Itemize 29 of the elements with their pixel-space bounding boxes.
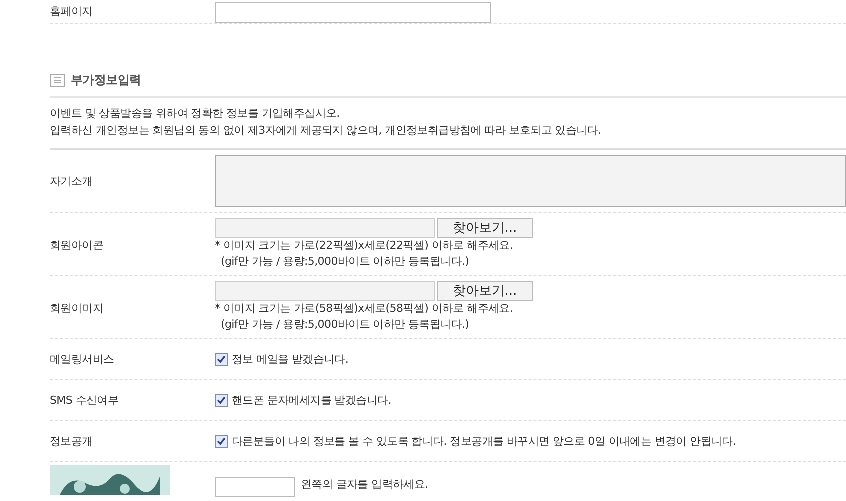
captcha-input[interactable]: [215, 477, 295, 497]
checkbox[interactable]: [215, 394, 228, 406]
hint-text: * 이미지 크기는 가로(22픽셀)x세로(22픽셀) 이하로 해주세요.: [215, 238, 514, 254]
hint-text: * 이미지 크기는 가로(58픽셀)x세로(58픽셀) 이하로 해주세요.: [215, 301, 514, 317]
field-label: 회원이미지: [50, 301, 105, 316]
hint-text: (gif만 가능 / 용량:5,000바이트 이하만 등록됩니다.): [220, 317, 470, 333]
checkbox[interactable]: [215, 352, 228, 366]
checkbox-label: 핸드폰 문자메세지를 받겠습니다.: [232, 392, 392, 408]
field-label: 홈페이지: [50, 4, 94, 19]
captcha-hint: 왼쪽의 글자를 입력하세요.: [301, 477, 428, 492]
field-label: 메일링서비스: [50, 352, 116, 366]
field-label: SMS 수신여부: [50, 392, 120, 408]
list-icon: [50, 74, 65, 86]
hint-text: (gif만 가능 / 용량:5,000바이트 이하만 등록됩니다.): [220, 254, 470, 270]
text-area[interactable]: [215, 155, 846, 207]
intro-text: 이벤트 및 상품발송을 위하여 정확한 정보를 기입해주십시오.: [50, 106, 341, 122]
checkbox-label: 정보 메일을 받겠습니다.: [232, 352, 349, 366]
field-label: 정보공개: [50, 434, 94, 448]
checkbox[interactable]: [215, 434, 228, 448]
file-path-field[interactable]: [215, 281, 435, 301]
checkbox-label: 다른분들이 나의 정보를 볼 수 있도록 합니다. 정보공개를 바꾸시면 앞으로 0일 이내에는 변경이 안됩니다.: [232, 434, 736, 448]
intro-text: 입력하신 개인정보는 회원님의 동의 없이 제3자에게 제공되지 않으며, 개인정보취급방침에 따라 보호되고 있습니다.: [50, 123, 602, 139]
file-path-field[interactable]: [215, 218, 435, 238]
browse-button[interactable]: 찾아보기...: [437, 218, 533, 238]
section-title: 부가정보입력: [71, 72, 142, 88]
field-label: 자기소개: [50, 174, 94, 189]
browse-button[interactable]: 찾아보기...: [437, 281, 533, 301]
input-field[interactable]: [215, 2, 491, 23]
field-label: 회원아이콘: [50, 238, 105, 253]
